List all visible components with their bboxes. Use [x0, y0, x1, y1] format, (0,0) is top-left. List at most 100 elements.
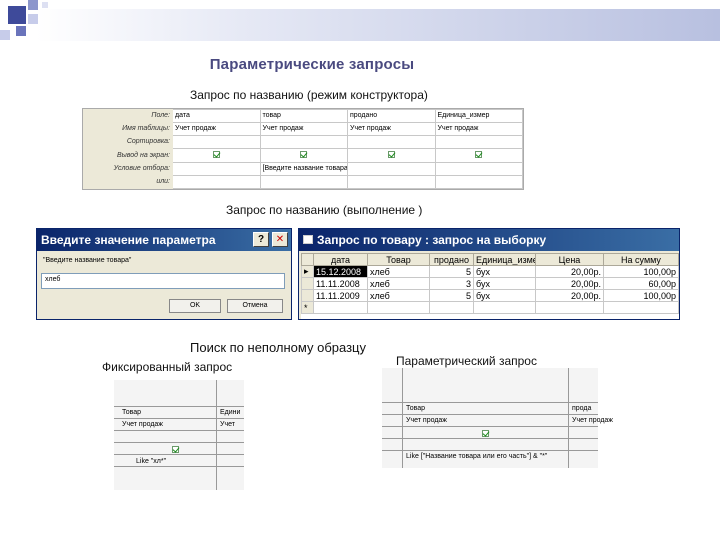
param-caption: Параметрический запрос [396, 354, 537, 368]
cell-item[interactable]: хлеб [367, 277, 430, 290]
or-cell[interactable] [172, 174, 261, 190]
table-cell[interactable]: Учет продаж [347, 122, 436, 137]
row-selector-current-icon[interactable]: ▸ [301, 265, 314, 278]
criteria-cell[interactable]: [Введите название товара] [259, 161, 348, 176]
table-cell[interactable]: Учет [220, 421, 235, 428]
parameter-dialog[interactable]: Введите значение параметра ? ✕ "Введите … [36, 228, 292, 320]
row-selector[interactable] [301, 277, 314, 290]
cell-empty[interactable] [367, 301, 430, 314]
field-cell[interactable]: Единица_измер [434, 108, 523, 124]
cell-empty[interactable] [603, 301, 679, 314]
cell-item[interactable]: хлеб [367, 265, 430, 278]
section1-caption: Запрос по названию (режим конструктора) [190, 88, 428, 102]
parameter-input[interactable]: хлеб [41, 273, 285, 289]
cell-item[interactable]: хлеб [367, 289, 430, 302]
cell-empty[interactable] [429, 301, 474, 314]
cell-price[interactable]: 20,00р. [535, 289, 604, 302]
fixed-caption: Фиксированный запрос [102, 360, 233, 374]
checkbox-checked-icon[interactable] [387, 151, 395, 159]
cell-unit[interactable]: бух [473, 277, 536, 290]
cell-sold[interactable]: 3 [429, 277, 474, 290]
checkbox-checked-icon[interactable] [482, 430, 489, 437]
cell-sum[interactable]: 100,00р [603, 289, 679, 302]
column-header[interactable]: Единица_измер [473, 253, 536, 266]
cell-sum[interactable]: 100,00р [603, 265, 679, 278]
sort-cell[interactable] [172, 135, 261, 150]
ok-button[interactable]: OK [169, 299, 221, 313]
checkbox-checked-icon[interactable] [172, 446, 179, 453]
column-header[interactable]: На сумму [603, 253, 679, 266]
row-label: Поле: [83, 108, 173, 124]
field-cell[interactable]: прода [572, 405, 591, 412]
column-header[interactable]: продано [429, 253, 474, 266]
table-cell[interactable]: Учет продаж [572, 417, 613, 424]
param-query-grid[interactable]: Товар прода Учет продаж Учет продаж Like… [382, 368, 613, 468]
table-row[interactable]: 11.11.2009 хлеб 5 бух 20,00р. 100,00р [301, 289, 679, 302]
cell-empty[interactable] [535, 301, 604, 314]
dialog-titlebar[interactable]: Введите значение параметра ? ✕ [37, 229, 291, 251]
sort-cell[interactable] [259, 135, 348, 150]
table-cell[interactable]: Учет продаж [122, 421, 163, 428]
checkbox-checked-icon[interactable] [475, 151, 483, 159]
criteria-cell[interactable] [434, 161, 523, 176]
cell-sum[interactable]: 60,00р [603, 277, 679, 290]
table-cell[interactable]: Учет продаж [406, 417, 447, 424]
results-window[interactable]: Запрос по товару : запрос на выборку дат… [298, 228, 680, 320]
field-cell[interactable]: дата [172, 108, 261, 124]
field-cell[interactable]: продано [347, 108, 436, 124]
results-titlebar[interactable]: Запрос по товару : запрос на выборку [299, 229, 679, 251]
cell-date[interactable]: 11.11.2009 [313, 289, 368, 302]
criteria-cell[interactable]: Like "хл*" [136, 458, 166, 465]
cancel-button[interactable]: Отмена [227, 299, 283, 313]
show-cell[interactable] [172, 148, 261, 163]
cell-empty[interactable] [313, 301, 368, 314]
or-cell[interactable] [434, 174, 523, 190]
query-designer-grid[interactable]: Поле: дата товар продано Единица_измер И… [82, 108, 524, 190]
new-record-row[interactable]: * [301, 301, 679, 314]
show-cell[interactable] [259, 148, 348, 163]
criteria-cell[interactable] [172, 161, 261, 176]
field-cell[interactable]: Товар [406, 405, 425, 412]
help-button[interactable]: ? [253, 232, 269, 247]
or-cell[interactable] [347, 174, 436, 190]
row-selector[interactable] [301, 289, 314, 302]
section2-caption: Запрос по названию (выполнение ) [226, 203, 423, 217]
cell-price[interactable]: 20,00р. [535, 265, 604, 278]
cell-empty[interactable] [473, 301, 536, 314]
grid-row-line [382, 426, 598, 427]
cell-date[interactable]: 15.12.2008 [313, 265, 368, 278]
column-header[interactable]: дата [313, 253, 368, 266]
row-selector[interactable] [301, 253, 314, 266]
cell-sold[interactable]: 5 [429, 265, 474, 278]
cell-unit[interactable]: бух [473, 289, 536, 302]
checkbox-checked-icon[interactable] [212, 151, 220, 159]
new-record-star-icon[interactable]: * [301, 301, 314, 314]
cell-sold[interactable]: 5 [429, 289, 474, 302]
grid-row-line [382, 438, 598, 439]
table-row[interactable]: ▸ 15.12.2008 хлеб 5 бух 20,00р. 100,00р [301, 265, 679, 278]
field-cell[interactable]: Товар [122, 409, 141, 416]
criteria-cell[interactable] [347, 161, 436, 176]
table-cell[interactable]: Учет продаж [259, 122, 348, 137]
sort-cell[interactable] [347, 135, 436, 150]
cell-unit[interactable]: бух [473, 265, 536, 278]
cell-date[interactable]: 11.11.2008 [313, 277, 368, 290]
sort-cell[interactable] [434, 135, 523, 150]
show-cell[interactable] [434, 148, 523, 163]
table-icon [303, 235, 313, 244]
fixed-query-grid[interactable]: Товар Едини Учет продаж Учет Like "хл*" [114, 380, 244, 490]
results-datasheet[interactable]: дата Товар продано Единица_измер Цена На… [301, 253, 679, 319]
field-cell[interactable]: Едини [220, 409, 240, 416]
criteria-cell[interactable]: Like ["Название товара или его часть"] &… [406, 453, 547, 460]
column-header[interactable]: Цена [535, 253, 604, 266]
checkbox-checked-icon[interactable] [300, 151, 308, 159]
table-cell[interactable]: Учет продаж [434, 122, 523, 137]
column-header[interactable]: Товар [367, 253, 430, 266]
cell-price[interactable]: 20,00р. [535, 277, 604, 290]
field-cell[interactable]: товар [259, 108, 348, 124]
close-button[interactable]: ✕ [272, 232, 288, 247]
or-cell[interactable] [259, 174, 348, 190]
table-cell[interactable]: Учет продаж [172, 122, 261, 137]
table-row[interactable]: 11.11.2008 хлеб 3 бух 20,00р. 60,00р [301, 277, 679, 290]
show-cell[interactable] [347, 148, 436, 163]
